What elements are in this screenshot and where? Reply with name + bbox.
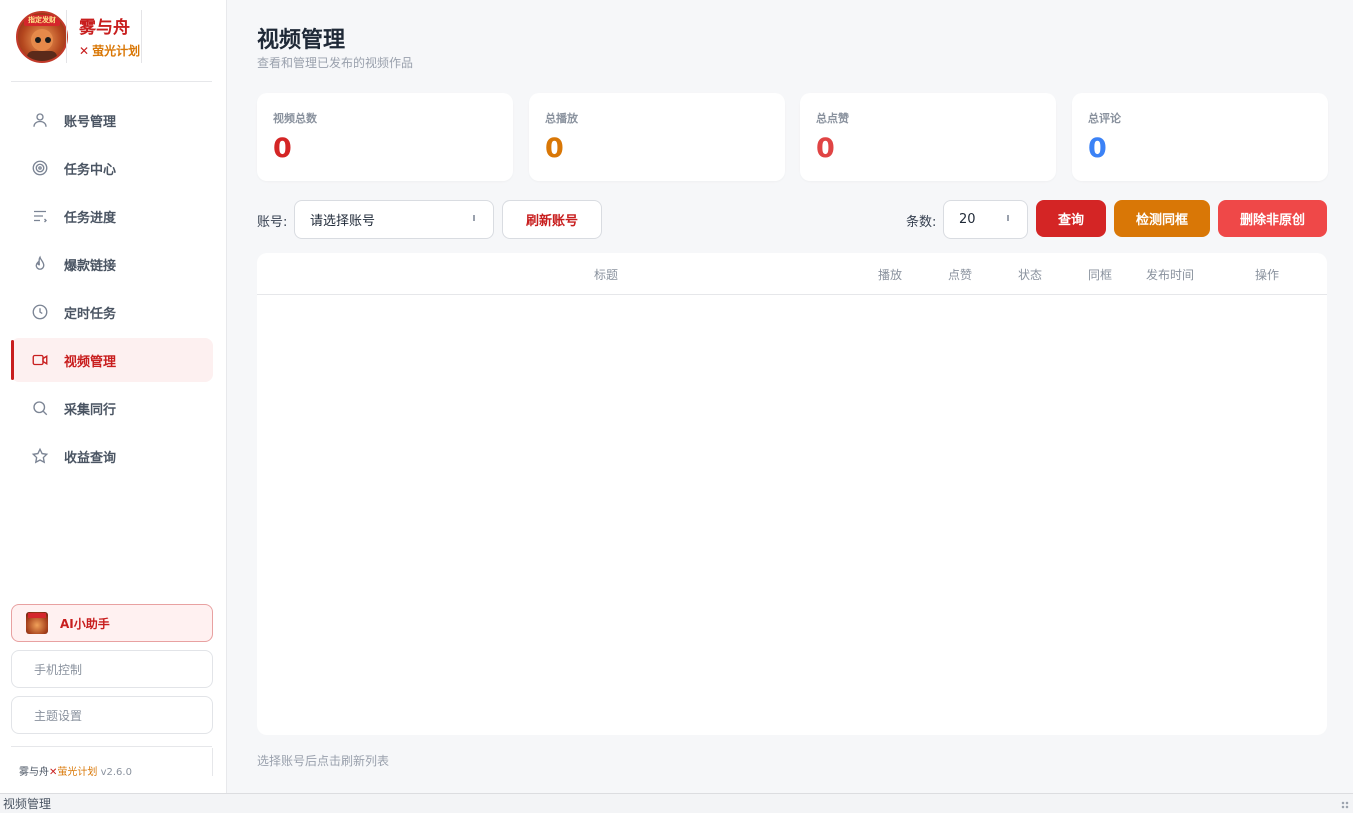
phone-control-button[interactable]: 手机控制 xyxy=(11,650,213,688)
sidebar-item-collect-peers[interactable]: 采集同行 xyxy=(11,386,213,430)
progress-lines-icon xyxy=(31,207,49,225)
sidebar: 指定发财 雾与舟 ✕ 萤光计划 账号管理 任务中心 任务进度 爆款链接 定时任务… xyxy=(0,0,227,793)
stat-card-total-videos: 视频总数 0 xyxy=(257,93,513,181)
theme-settings-button[interactable]: 主题设置 xyxy=(11,696,213,734)
stat-card-total-plays: 总播放 0 xyxy=(529,93,785,181)
page-subtitle: 查看和管理已发布的视频作品 xyxy=(257,56,414,70)
select-caret-icon xyxy=(1007,215,1009,221)
column-header-likes: 点赞 xyxy=(947,268,973,282)
sidebar-item-hot-links[interactable]: 爆款链接 xyxy=(11,242,213,286)
column-header-plays: 播放 xyxy=(877,268,903,282)
ai-assistant-label: AI小助手 xyxy=(60,616,110,631)
count-label: 条数: xyxy=(906,215,937,230)
sidebar-item-task-progress[interactable]: 任务进度 xyxy=(11,194,213,238)
brand-subtitle: ✕ 萤光计划 xyxy=(79,42,140,59)
sidebar-item-task-center[interactable]: 任务中心 xyxy=(11,146,213,190)
phone-control-label: 手机控制 xyxy=(34,662,83,677)
stat-label: 视频总数 xyxy=(273,112,317,125)
detect-duet-button[interactable]: 检测同框 xyxy=(1114,200,1210,237)
column-header-publish-time: 发布时间 xyxy=(1145,268,1195,282)
status-text: 视频管理 xyxy=(3,797,52,811)
clock-icon xyxy=(31,303,49,321)
select-caret-icon xyxy=(473,215,475,221)
stat-value: 0 xyxy=(273,133,292,164)
ai-avatar-icon xyxy=(26,612,48,634)
account-label: 账号: xyxy=(257,215,288,230)
version-text: v2.6.0 xyxy=(97,767,132,778)
query-button[interactable]: 查询 xyxy=(1036,200,1106,237)
user-icon xyxy=(31,111,49,129)
sidebar-item-scheduled[interactable]: 定时任务 xyxy=(11,290,213,334)
count-select[interactable]: 20 xyxy=(943,200,1028,239)
column-header-duet: 同框 xyxy=(1087,268,1113,282)
status-bar: 视频管理 xyxy=(0,793,1353,813)
main-content: 视频管理 查看和管理已发布的视频作品 视频总数 0 总播放 0 总点赞 0 总评… xyxy=(228,0,1353,793)
ai-assistant-button[interactable]: AI小助手 xyxy=(11,604,213,642)
search-icon xyxy=(31,399,49,417)
page-title: 视频管理 xyxy=(257,28,346,53)
sidebar-item-label: 视频管理 xyxy=(64,354,117,370)
account-select[interactable]: 请选择账号 xyxy=(294,200,494,239)
account-select-value: 请选择账号 xyxy=(310,214,376,229)
app-window: 指定发财 雾与舟 ✕ 萤光计划 账号管理 任务中心 任务进度 爆款链接 定时任务… xyxy=(0,0,1353,813)
column-header-actions: 操作 xyxy=(1254,268,1280,282)
video-camera-icon xyxy=(31,351,49,369)
sidebar-item-label: 爆款链接 xyxy=(64,258,117,274)
sidebar-item-label: 任务进度 xyxy=(64,210,117,226)
resize-grip-icon[interactable] xyxy=(1341,801,1349,809)
stat-label: 总点赞 xyxy=(816,112,849,125)
refresh-accounts-button[interactable]: 刷新账号 xyxy=(502,200,602,239)
star-icon xyxy=(31,447,49,465)
stat-card-total-likes: 总点赞 0 xyxy=(800,93,1056,181)
stat-label: 总播放 xyxy=(545,112,578,125)
sidebar-item-account[interactable]: 账号管理 xyxy=(11,98,213,142)
theme-settings-label: 主题设置 xyxy=(34,708,83,723)
sidebar-nav: 账号管理 任务中心 任务进度 爆款链接 定时任务 视频管理 采集同行 收益查询 xyxy=(11,98,213,482)
stat-value: 0 xyxy=(545,133,564,164)
sidebar-item-video-manage[interactable]: 视频管理 xyxy=(11,338,213,382)
sidebar-item-label: 采集同行 xyxy=(64,402,117,418)
logo-banner: 指定发财 xyxy=(24,15,60,26)
sidebar-item-label: 任务中心 xyxy=(64,162,117,178)
brand-logo: 指定发财 xyxy=(16,11,68,63)
column-header-status: 状态 xyxy=(1017,268,1043,282)
brand-project: 萤光计划 xyxy=(92,44,141,58)
sidebar-item-label: 收益查询 xyxy=(64,450,117,466)
stat-value: 0 xyxy=(1088,133,1107,164)
brand-x: ✕ xyxy=(79,44,90,58)
table-hint: 选择账号后点击刷新列表 xyxy=(257,754,390,768)
column-header-title: 标题 xyxy=(593,268,619,282)
version-footer: 雾与舟✕萤光计划 v2.6.0 xyxy=(19,767,132,778)
stat-card-total-comments: 总评论 0 xyxy=(1072,93,1328,181)
delete-non-original-button[interactable]: 删除非原创 xyxy=(1218,200,1327,237)
stat-label: 总评论 xyxy=(1088,112,1121,125)
sidebar-item-earnings[interactable]: 收益查询 xyxy=(11,434,213,478)
count-select-value: 20 xyxy=(959,212,976,227)
brand: 指定发财 雾与舟 ✕ 萤光计划 xyxy=(0,0,227,82)
brand-name: 雾与舟 xyxy=(79,18,130,38)
stat-value: 0 xyxy=(816,133,835,164)
sidebar-item-label: 账号管理 xyxy=(64,114,117,130)
table-header: 标题 播放 点赞 状态 同框 发布时间 操作 xyxy=(257,253,1327,295)
target-icon xyxy=(31,159,49,177)
sidebar-item-label: 定时任务 xyxy=(64,306,117,322)
flame-icon xyxy=(31,255,49,273)
video-table: 标题 播放 点赞 状态 同框 发布时间 操作 xyxy=(257,253,1327,735)
